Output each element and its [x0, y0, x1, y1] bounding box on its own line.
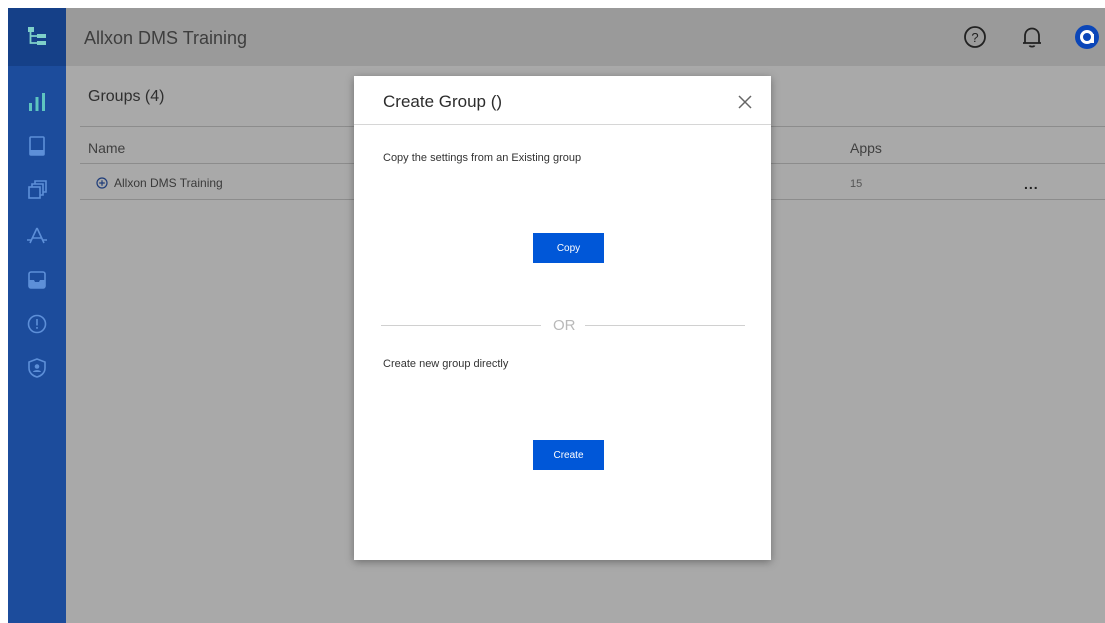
- or-line-left: [381, 325, 541, 326]
- copy-description: Copy the settings from an Existing group: [383, 152, 582, 164]
- row-apps-count: 15: [850, 178, 863, 190]
- sidebar: [8, 8, 66, 623]
- create-description: Create new group directly: [383, 358, 509, 370]
- table-row[interactable]: Allxon DMS Training: [96, 176, 223, 190]
- group-tree-icon: [28, 27, 46, 45]
- page-title: Groups (4): [88, 88, 165, 105]
- shield-user-icon: [28, 358, 46, 378]
- create-button[interactable]: Create: [533, 440, 604, 470]
- sidebar-item-devices[interactable]: [8, 126, 66, 166]
- sidebar-logo[interactable]: [8, 8, 66, 66]
- bell-icon[interactable]: [1019, 24, 1045, 50]
- sidebar-item-inbox[interactable]: [8, 260, 66, 300]
- help-icon[interactable]: ?: [962, 24, 988, 50]
- or-line-right: [585, 325, 745, 326]
- inbox-icon: [28, 271, 46, 289]
- sidebar-item-security[interactable]: [8, 348, 66, 388]
- sidebar-item-apps[interactable]: [8, 216, 66, 256]
- close-icon[interactable]: [735, 92, 755, 112]
- expand-plus-icon[interactable]: [96, 177, 108, 189]
- svg-text:?: ?: [971, 30, 978, 45]
- app-store-icon: [27, 227, 47, 244]
- stack-icon: [28, 180, 47, 199]
- device-icon: [29, 136, 45, 156]
- modal-header-divider: [354, 124, 771, 125]
- sidebar-item-groups[interactable]: [8, 170, 66, 210]
- row-more-menu[interactable]: ...: [1024, 176, 1039, 192]
- copy-button[interactable]: Copy: [533, 233, 604, 263]
- bar-chart-icon: [29, 93, 45, 111]
- account-logo-icon[interactable]: [1074, 24, 1100, 50]
- or-label: OR: [553, 317, 576, 334]
- sidebar-item-alerts[interactable]: [8, 304, 66, 344]
- sidebar-item-dashboard[interactable]: [8, 82, 66, 122]
- app-window: Allxon DMS Training ? Groups (4) Name Ap…: [8, 8, 1105, 623]
- alert-icon: [27, 314, 47, 334]
- or-separator: OR: [381, 316, 745, 334]
- create-group-modal: Create Group () Copy the settings from a…: [354, 76, 771, 560]
- column-header-apps[interactable]: Apps: [850, 140, 882, 156]
- row-group-name: Allxon DMS Training: [114, 176, 223, 190]
- app-title: Allxon DMS Training: [84, 28, 248, 48]
- column-header-name[interactable]: Name: [88, 140, 125, 156]
- top-header: Allxon DMS Training ?: [66, 8, 1105, 66]
- modal-title: Create Group (): [383, 92, 503, 111]
